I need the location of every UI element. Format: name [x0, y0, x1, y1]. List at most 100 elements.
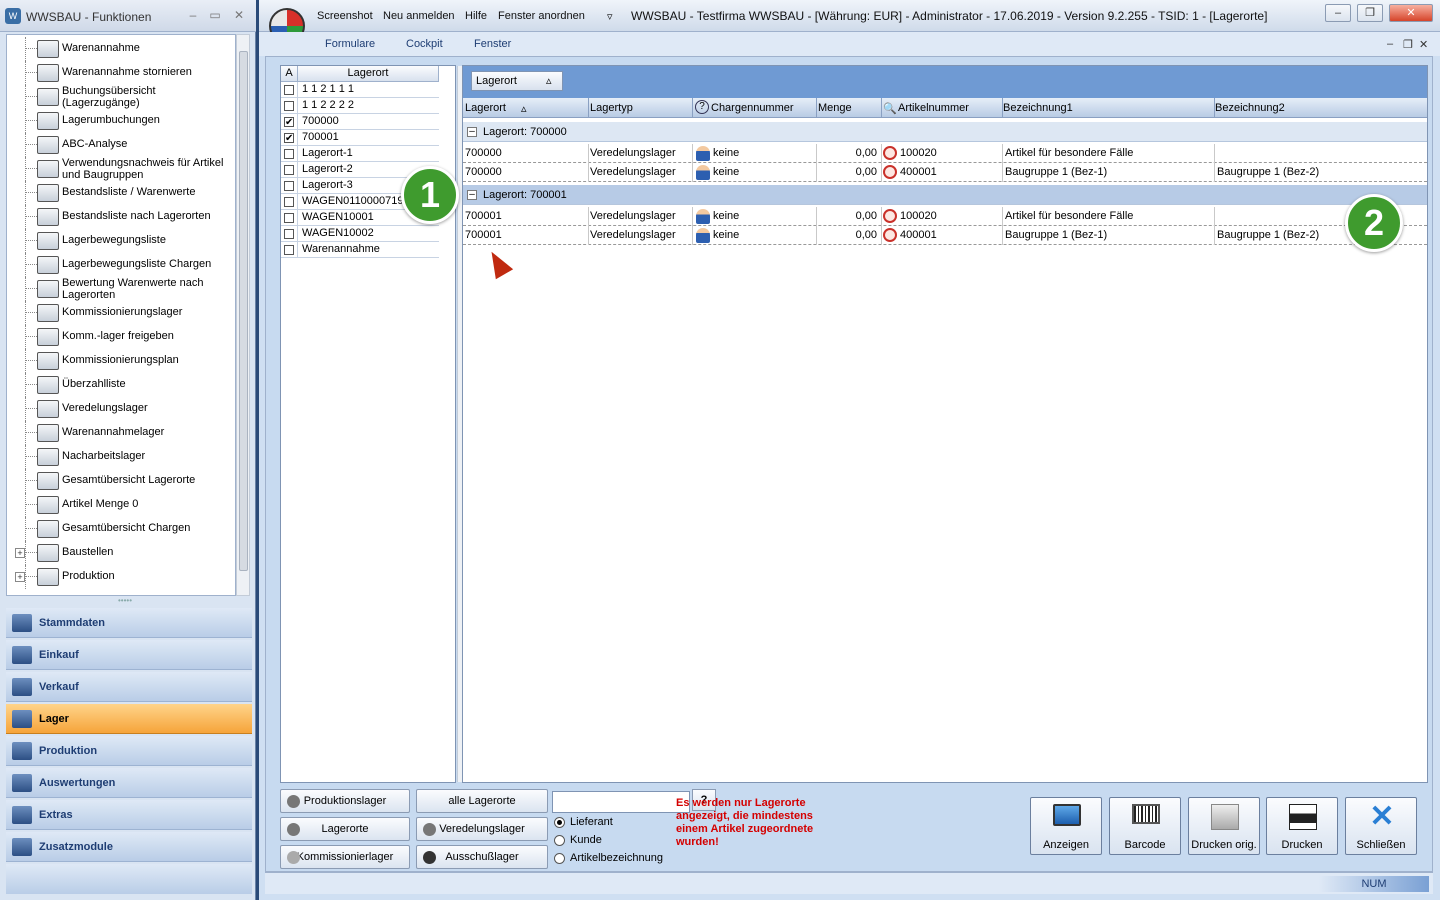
mdi-restore-icon[interactable]: ❐	[1403, 38, 1413, 51]
category-einkauf[interactable]: Einkauf	[6, 640, 252, 670]
group-row[interactable]: – Lagerort: 700001	[463, 185, 1427, 205]
tree-scrollbar[interactable]	[236, 34, 250, 596]
grid-col-bezeichnung2[interactable]: Bezeichnung2	[1215, 102, 1285, 114]
quick-menu-icon[interactable]: ▿	[607, 10, 613, 23]
category-lager[interactable]: Lager	[6, 704, 252, 734]
collapse-icon[interactable]: –	[467, 127, 477, 137]
expand-icon[interactable]: +	[15, 548, 25, 558]
tree-item[interactable]: Verwendungsnachweis für Artikel und Baug…	[7, 157, 235, 181]
schliessen-button[interactable]: ✕ Schließen	[1345, 797, 1417, 855]
tree-item[interactable]: Kommissionierungsplan	[7, 349, 235, 373]
grid-col-bezeichnung1[interactable]: Bezeichnung1	[1003, 102, 1073, 114]
location-checkbox[interactable]	[284, 197, 294, 207]
tree-item[interactable]: Gesamtübersicht Chargen	[7, 517, 235, 541]
lagerorte-button[interactable]: Lagerorte	[280, 817, 410, 841]
menu-cockpit[interactable]: Cockpit	[406, 38, 443, 50]
tree-item[interactable]: + Produktion	[7, 565, 235, 589]
location-checkbox[interactable]	[284, 85, 294, 95]
tree-item[interactable]: Bestandsliste / Warenwerte	[7, 181, 235, 205]
category-verkauf[interactable]: Verkauf	[6, 672, 252, 702]
veredelungslager-button[interactable]: Veredelungslager	[416, 817, 548, 841]
barcode-button[interactable]: Barcode	[1109, 797, 1181, 855]
category-overflow[interactable]	[6, 864, 252, 894]
tree-item[interactable]: Nacharbeitslager	[7, 445, 235, 469]
menu-fenster[interactable]: Fenster	[474, 38, 511, 50]
tree-item[interactable]: Überzahlliste	[7, 373, 235, 397]
tree-item[interactable]: Bewertung Warenwerte nach Lagerorten	[7, 277, 235, 301]
location-checkbox[interactable]	[284, 229, 294, 239]
location-checkbox[interactable]	[284, 165, 294, 175]
category-auswertungen[interactable]: Auswertungen	[6, 768, 252, 798]
expand-icon[interactable]: +	[15, 572, 25, 582]
grid-col-artikelnummer[interactable]: Artikelnummer	[898, 102, 969, 114]
tree-item[interactable]: Artikel Menge 0	[7, 493, 235, 517]
location-row[interactable]: 1 1 2 1 1 1	[281, 82, 439, 98]
location-row[interactable]: ✔ 700000	[281, 114, 439, 130]
grid-col-lagerort[interactable]: Lagerort	[465, 102, 506, 114]
location-checkbox[interactable]	[284, 149, 294, 159]
grid-col-chargennummer[interactable]: Chargennummer	[711, 102, 794, 114]
quick-screenshot[interactable]: Screenshot	[317, 10, 373, 22]
tree-item[interactable]: Veredelungslager	[7, 397, 235, 421]
mdi-close-icon[interactable]: ✕	[1419, 38, 1428, 51]
location-row[interactable]: ✔ 700001	[281, 130, 439, 146]
tree-item[interactable]: Kommissionierungslager	[7, 301, 235, 325]
anzeigen-button[interactable]: Anzeigen	[1030, 797, 1102, 855]
group-row[interactable]: – Lagerort: 700000	[463, 122, 1427, 142]
search-input[interactable]	[552, 791, 690, 813]
location-checkbox[interactable]	[284, 213, 294, 223]
tree-item[interactable]: Gesamtübersicht Lagerorte	[7, 469, 235, 493]
alle-lagerorte-button[interactable]: alle Lagerorte	[416, 789, 548, 813]
maximize-icon[interactable]: ▭	[208, 8, 222, 22]
scroll-thumb[interactable]	[239, 51, 248, 571]
category-produktion[interactable]: Produktion	[6, 736, 252, 766]
drucken-orig-button[interactable]: Drucken orig.	[1188, 797, 1260, 855]
table-row[interactable]: 700000 Veredelungslager keine 0,00 400001 Bau…	[463, 163, 1427, 182]
minimize-icon[interactable]: –	[186, 8, 200, 22]
table-row[interactable]: 700001 Veredelungslager keine 0,00 100020 Art…	[463, 207, 1427, 226]
tree-item[interactable]: Warenannahme	[7, 37, 235, 61]
col-header-lagerort[interactable]: Lagerort	[298, 66, 439, 82]
group-chip-lagerort[interactable]: Lagerort ▵	[471, 71, 563, 91]
table-row[interactable]: 700000 Veredelungslager keine 0,00 100020 Art…	[463, 144, 1427, 163]
category-extras[interactable]: Extras	[6, 800, 252, 830]
tree-item[interactable]: Warenannahme stornieren	[7, 61, 235, 85]
location-checkbox[interactable]: ✔	[284, 117, 294, 128]
category-stammdaten[interactable]: Stammdaten	[6, 608, 252, 638]
splitter-grip[interactable]: •••••	[110, 597, 140, 605]
tree-item[interactable]: Lagerumbuchungen	[7, 109, 235, 133]
kommissionierlager-button[interactable]: Kommissionierlager	[280, 845, 410, 869]
produktionslager-button[interactable]: Produktionslager	[280, 789, 410, 813]
tree-item[interactable]: + Baustellen	[7, 541, 235, 565]
quick-relogin[interactable]: Neu anmelden	[383, 10, 455, 22]
location-row[interactable]: Warenannahme	[281, 242, 439, 258]
table-row[interactable]: 700001 Veredelungslager keine 0,00 400001 Bau…	[463, 226, 1427, 245]
tree-item[interactable]: Lagerbewegungsliste	[7, 229, 235, 253]
drucken-button[interactable]: Drucken	[1266, 797, 1338, 855]
location-checkbox[interactable]	[284, 245, 294, 255]
category-zusatzmodule[interactable]: Zusatzmodule	[6, 832, 252, 862]
tree-item[interactable]: Lagerbewegungsliste Chargen	[7, 253, 235, 277]
restore-icon[interactable]: ❐	[1357, 4, 1383, 22]
col-header-a[interactable]: A	[281, 66, 298, 82]
location-checkbox[interactable]: ✔	[284, 133, 294, 144]
tree-item[interactable]: Buchungsübersicht (Lagerzugänge)	[7, 85, 235, 109]
location-checkbox[interactable]	[284, 181, 294, 191]
close-icon[interactable]: ✕	[1389, 4, 1433, 22]
location-checkbox[interactable]	[284, 101, 294, 111]
location-row[interactable]: Lagerort-1	[281, 146, 439, 162]
tree-item[interactable]: Warenannahmelager	[7, 421, 235, 445]
location-row[interactable]: WAGEN10002	[281, 226, 439, 242]
close-icon[interactable]: ✕	[232, 8, 246, 22]
tree-item[interactable]: Komm.-lager freigeben	[7, 325, 235, 349]
tree-item[interactable]: ABC-Analyse	[7, 133, 235, 157]
minimize-icon[interactable]: –	[1325, 4, 1351, 22]
mdi-minimize-icon[interactable]: –	[1387, 38, 1393, 50]
quick-arrange[interactable]: Fenster anordnen	[498, 10, 585, 22]
tree-item[interactable]: Bestandsliste nach Lagerorten	[7, 205, 235, 229]
ausschusslager-button[interactable]: Ausschußlager	[416, 845, 548, 869]
grid-col-lagertyp[interactable]: Lagertyp	[590, 102, 633, 114]
collapse-icon[interactable]: –	[467, 190, 477, 200]
location-row[interactable]: 1 1 2 2 2 2	[281, 98, 439, 114]
quick-help[interactable]: Hilfe	[465, 10, 487, 22]
